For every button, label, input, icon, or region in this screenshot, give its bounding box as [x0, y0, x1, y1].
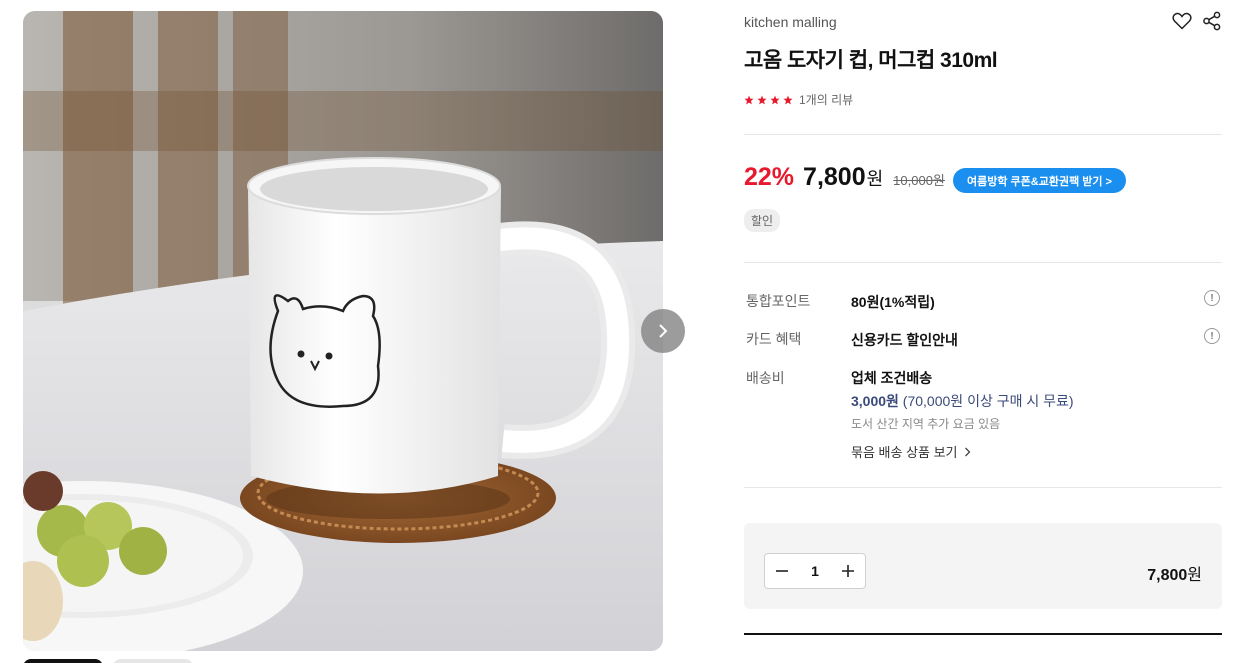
thumbnail-strip: [23, 659, 193, 663]
total-price-currency: 원: [1187, 567, 1202, 584]
thumbnail-2[interactable]: [113, 659, 193, 663]
divider: [744, 262, 1222, 263]
section-rule: [744, 633, 1222, 635]
price-currency: 원: [866, 169, 884, 189]
order-quantity-box: 1 7,800원: [744, 523, 1222, 609]
points-label: 통합포인트: [746, 293, 811, 309]
total-price: 7,800원: [1147, 561, 1202, 585]
wishlist-button[interactable]: [1172, 11, 1192, 31]
review-count-link[interactable]: 1개의 리뷰: [799, 91, 853, 108]
chevron-right-icon: [964, 447, 970, 456]
card-benefit-label: 카드 혜택: [746, 331, 802, 347]
star-icon: [783, 95, 793, 104]
action-icons: [1172, 11, 1222, 31]
chevron-right-icon: [659, 324, 668, 338]
shipping-fee-condition: (70,000원 이상 구매 시 무료): [898, 393, 1074, 409]
next-image-button[interactable]: [641, 309, 685, 353]
plus-icon: [841, 565, 854, 577]
points-value: 80원(1%적립): [851, 294, 935, 310]
original-price: 10,000원: [893, 173, 945, 188]
star-icon: [744, 95, 754, 104]
sale-badge: 할인: [744, 209, 781, 232]
star-icon: [757, 95, 767, 104]
card-benefit-link[interactable]: 신용카드 할인안내: [851, 330, 958, 350]
shipping-note: 도서 산간 지역 추가 요금 있음: [851, 417, 1001, 431]
product-image[interactable]: [23, 11, 663, 651]
shipping-type: 업체 조건배송: [851, 370, 933, 386]
mug-photo: [23, 11, 663, 651]
heart-icon: [1172, 12, 1192, 30]
total-price-amount: 7,800: [1147, 567, 1188, 584]
thumbnail-1[interactable]: [23, 659, 103, 663]
info-icon[interactable]: !: [1204, 290, 1220, 306]
quantity-value[interactable]: 1: [811, 563, 819, 579]
minus-icon: [776, 570, 788, 572]
bundle-shipping-label: 묶음 배송 상품 보기: [851, 445, 958, 460]
shipping-fee: 3,000원 (70,000원 이상 구매 시 무료): [851, 391, 1074, 411]
rating[interactable]: 1개의 리뷰: [744, 91, 853, 108]
decrease-quantity-button[interactable]: [765, 554, 799, 588]
sale-price: 7,800: [803, 163, 866, 191]
star-icon: [770, 95, 780, 104]
info-icon[interactable]: !: [1204, 328, 1220, 344]
divider: [744, 487, 1222, 488]
bundle-shipping-link[interactable]: 묶음 배송 상품 보기: [851, 442, 971, 461]
product-title: 고옴 도자기 컵, 머그컵 310ml: [744, 49, 998, 72]
discount-rate: 22%: [744, 163, 795, 191]
shipping-label: 배송비: [746, 370, 785, 386]
increase-quantity-button[interactable]: [831, 554, 865, 588]
price-row: 22% 7,800 원 10,000원: [744, 163, 945, 192]
coupon-download-button[interactable]: 여름방학 쿠폰&교환권팩 받기 >: [953, 168, 1126, 193]
divider: [744, 134, 1222, 135]
brand-name[interactable]: kitchen malling: [744, 14, 837, 30]
share-button[interactable]: [1202, 11, 1222, 31]
shipping-fee-amount: 3,000원: [851, 393, 899, 409]
share-icon: [1203, 11, 1221, 31]
quantity-stepper: 1: [764, 553, 866, 589]
